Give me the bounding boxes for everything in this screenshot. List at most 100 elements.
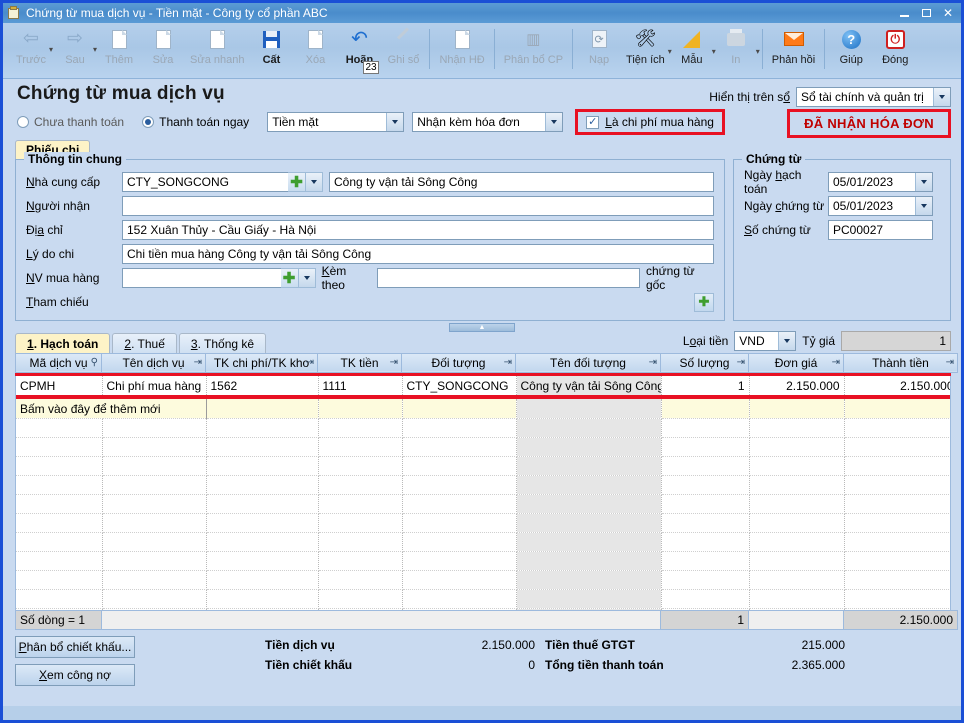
- c[interactable]: [318, 532, 403, 552]
- c[interactable]: [749, 551, 845, 571]
- col-don-gia[interactable]: Đơn giá ⇥: [748, 352, 844, 373]
- buyer-dropdown-button[interactable]: [298, 268, 316, 288]
- c[interactable]: [661, 570, 750, 590]
- table-row-empty[interactable]: [16, 418, 950, 438]
- c[interactable]: [402, 437, 517, 457]
- maximize-button[interactable]: [915, 4, 937, 22]
- receiver-input[interactable]: [122, 196, 714, 216]
- c[interactable]: [749, 418, 845, 438]
- c[interactable]: [749, 532, 845, 552]
- c[interactable]: [16, 456, 103, 476]
- col-so-luong[interactable]: Số lượng ⇥: [660, 352, 749, 373]
- pin-icon[interactable]: ⚲: [91, 357, 98, 368]
- c[interactable]: [318, 494, 403, 514]
- toolbar-button-phan-hoi[interactable]: Phản hồi: [767, 25, 820, 79]
- table-row-empty[interactable]: [16, 551, 950, 571]
- c[interactable]: [318, 513, 403, 533]
- reason-input[interactable]: Chi tiền mua hàng Công ty vận tải Sông C…: [122, 244, 714, 264]
- supplier-dropdown-button[interactable]: [306, 172, 323, 192]
- calendar-dropdown-icon[interactable]: [915, 173, 932, 191]
- new-row-cell[interactable]: [661, 399, 750, 419]
- c[interactable]: [102, 513, 207, 533]
- c[interactable]: [661, 437, 750, 457]
- new-row-hint[interactable]: Bấm vào đây để thêm mới: [16, 399, 207, 419]
- c[interactable]: [318, 589, 403, 609]
- tab-hach-toan[interactable]: 1. Hạch toán: [15, 332, 111, 353]
- c[interactable]: [402, 570, 517, 590]
- pin-icon[interactable]: ⇥: [946, 357, 954, 368]
- new-row-placeholder[interactable]: Bấm vào đây để thêm mới: [16, 399, 950, 419]
- calendar-dropdown-icon[interactable]: [915, 197, 932, 215]
- invoice-attach-select[interactable]: Nhận kèm hóa đơn: [412, 112, 564, 132]
- c[interactable]: [402, 456, 517, 476]
- toolbar-button-giup[interactable]: ? Giúp: [829, 25, 873, 79]
- c[interactable]: [844, 551, 950, 571]
- toolbar-button-ghi-so[interactable]: Ghi sổ: [381, 25, 425, 79]
- c[interactable]: [16, 418, 103, 438]
- cell-ten-dich-vu[interactable]: Chi phí mua hàng: [102, 376, 207, 396]
- c[interactable]: [749, 437, 845, 457]
- c[interactable]: [749, 456, 845, 476]
- c[interactable]: [661, 494, 750, 514]
- cell-don-gia[interactable]: 2.150.000: [749, 376, 845, 396]
- col-tk-tien[interactable]: TK tiền ⇥: [317, 352, 402, 373]
- col-ten-doi-tuong[interactable]: Tên đối tượng ⇥: [515, 352, 661, 373]
- c[interactable]: [318, 456, 403, 476]
- c[interactable]: [844, 475, 950, 495]
- c[interactable]: [402, 532, 517, 552]
- c[interactable]: [844, 494, 950, 514]
- pin-icon[interactable]: ⇥: [390, 357, 398, 368]
- c[interactable]: [661, 532, 750, 552]
- col-ten-dich-vu[interactable]: Tên dịch vụ ⇥: [101, 352, 206, 373]
- c[interactable]: [318, 475, 403, 495]
- new-row-cell[interactable]: [844, 399, 950, 419]
- attach-input[interactable]: [376, 268, 640, 288]
- toolbar-button-cat[interactable]: Cất: [249, 25, 293, 79]
- add-buyer-button[interactable]: ✚: [280, 268, 299, 288]
- new-row-cell[interactable]: [206, 399, 319, 419]
- toolbar-button-in[interactable]: In ▾: [714, 25, 760, 79]
- table-row-empty[interactable]: [16, 570, 950, 590]
- c[interactable]: [402, 513, 517, 533]
- c[interactable]: [844, 532, 950, 552]
- c[interactable]: [16, 589, 103, 609]
- tab-thong-ke[interactable]: 3. Thống kê: [178, 332, 267, 353]
- c[interactable]: [206, 551, 319, 571]
- minimize-button[interactable]: [893, 4, 915, 22]
- table-row-empty[interactable]: [16, 494, 950, 514]
- c[interactable]: [661, 456, 750, 476]
- new-row-cell[interactable]: [402, 399, 517, 419]
- toolbar-button-nhan-hd[interactable]: Nhận HĐ: [434, 25, 489, 79]
- c[interactable]: [318, 570, 403, 590]
- c[interactable]: [206, 475, 319, 495]
- c[interactable]: [402, 494, 517, 514]
- c[interactable]: [844, 513, 950, 533]
- c[interactable]: [749, 513, 845, 533]
- c[interactable]: [749, 494, 845, 514]
- c[interactable]: [844, 570, 950, 590]
- toolbar-button-them[interactable]: Thêm: [97, 25, 141, 79]
- chevron-down-icon[interactable]: ▾: [756, 47, 760, 56]
- c[interactable]: [102, 456, 207, 476]
- posting-date-input[interactable]: 05/01/2023: [828, 172, 933, 192]
- table-row[interactable]: CPMH Chi phí mua hàng 1562 1111 CTY_SONG…: [16, 376, 950, 396]
- toolbar-button-nap[interactable]: ⟳ Nạp: [577, 25, 621, 79]
- cell-thanh-tien[interactable]: 2.150.000: [844, 376, 950, 396]
- radio-paid-now[interactable]: Thanh toán ngay: [142, 115, 249, 129]
- c[interactable]: [318, 418, 403, 438]
- c[interactable]: [206, 589, 319, 609]
- table-row-empty[interactable]: [16, 513, 950, 533]
- supplier-code-input[interactable]: CTY_SONGCONG: [122, 172, 288, 192]
- toolbar-button-sua[interactable]: Sửa: [141, 25, 185, 79]
- c[interactable]: [206, 437, 319, 457]
- c[interactable]: [102, 494, 207, 514]
- cell-tk-tien[interactable]: 1111: [318, 376, 403, 396]
- table-row-empty[interactable]: [16, 437, 950, 457]
- pin-icon[interactable]: ⇥: [194, 357, 202, 368]
- payment-method-select[interactable]: Tiền mặt: [267, 112, 405, 132]
- pin-icon[interactable]: ⇥: [504, 357, 512, 368]
- c[interactable]: [102, 551, 207, 571]
- toolbar-button-mau[interactable]: Mẫu ▾: [670, 25, 716, 79]
- cell-so-luong[interactable]: 1: [661, 376, 750, 396]
- radio-unpaid[interactable]: Chưa thanh toán: [17, 115, 124, 129]
